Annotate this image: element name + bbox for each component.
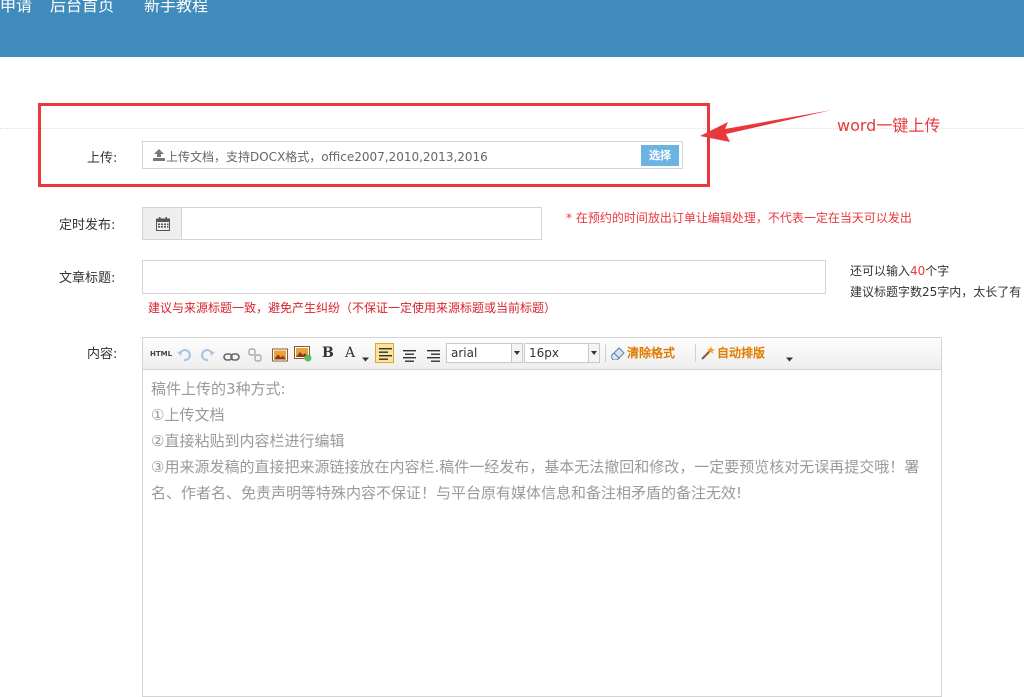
choose-file-button[interactable]: 选择 bbox=[641, 145, 679, 166]
upload-icon bbox=[153, 149, 165, 161]
font-family-select[interactable]: arial bbox=[446, 343, 523, 363]
content-line: 稿件上传的3种方式: bbox=[151, 380, 286, 398]
content-line: ②直接粘贴到内容栏进行编辑 bbox=[151, 432, 345, 450]
auto-layout-label: 自动排版 bbox=[717, 346, 766, 360]
font-size-select[interactable]: 16px bbox=[524, 343, 600, 363]
annotation-text: word一键上传 bbox=[837, 116, 941, 135]
counter-prefix: 还可以输入 bbox=[850, 264, 911, 278]
nav-item-tutorial[interactable]: 新手教程 bbox=[144, 0, 208, 18]
redo-icon[interactable] bbox=[201, 346, 215, 364]
annotation-arrow-icon bbox=[700, 110, 832, 142]
title-label: 文章标题: bbox=[59, 271, 116, 286]
insert-image-icon[interactable] bbox=[294, 345, 312, 363]
nav-item-dashboard[interactable]: 后台首页 bbox=[50, 0, 114, 18]
clear-format-button[interactable]: 清除格式 bbox=[611, 344, 691, 362]
rich-text-editor: HTML B A arial 16px 清除格式 自动排版 稿件上传的3种方式:… bbox=[142, 337, 942, 697]
align-center-icon[interactable] bbox=[403, 347, 416, 365]
calendar-button[interactable] bbox=[142, 207, 182, 240]
align-right-icon[interactable] bbox=[427, 347, 440, 365]
title-length-hint: 建议标题字数25字内，太长了有 bbox=[850, 285, 1022, 299]
editor-content[interactable]: 稿件上传的3种方式: ①上传文档 ②直接粘贴到内容栏进行编辑 ③用来源发稿的直接… bbox=[151, 376, 937, 506]
title-input[interactable] bbox=[142, 260, 826, 294]
title-warning: 建议与来源标题一致，避免产生纠纷（不保证一定使用来源标题或当前标题） bbox=[148, 301, 557, 315]
unlink-icon[interactable] bbox=[248, 346, 262, 364]
image-icon[interactable] bbox=[272, 346, 288, 364]
toolbar-separator bbox=[605, 344, 606, 362]
undo-icon[interactable] bbox=[177, 346, 191, 364]
bold-button[interactable]: B bbox=[322, 344, 334, 362]
calendar-icon bbox=[156, 217, 170, 231]
auto-layout-dropdown-icon[interactable] bbox=[786, 351, 793, 369]
counter-suffix: 个字 bbox=[925, 264, 950, 278]
nav-item-apply[interactable]: 申请 bbox=[0, 0, 32, 18]
upload-field[interactable]: 上传文档，支持DOCX格式，office2007,2010,2013,2016 … bbox=[142, 141, 683, 169]
font-family-dropdown-icon bbox=[511, 344, 522, 362]
schedule-label: 定时发布: bbox=[59, 218, 116, 233]
title-char-counter: 还可以输入40个字 bbox=[850, 262, 949, 279]
link-icon[interactable] bbox=[223, 348, 240, 366]
auto-layout-button[interactable]: 自动排版 bbox=[700, 344, 790, 362]
top-navigation-bar: 申请 后台首页 新手教程 bbox=[0, 0, 1024, 57]
toolbar-separator bbox=[695, 344, 696, 362]
font-size-value: 16px bbox=[529, 346, 559, 360]
counter-value: 40 bbox=[910, 264, 926, 278]
magic-wand-icon bbox=[701, 346, 715, 360]
font-size-dropdown-icon bbox=[588, 344, 599, 362]
upload-placeholder: 上传文档，支持DOCX格式，office2007,2010,2013,2016 bbox=[166, 150, 488, 164]
font-color-button[interactable]: A bbox=[345, 344, 355, 362]
font-color-dropdown-icon[interactable] bbox=[362, 351, 369, 369]
schedule-date-input[interactable] bbox=[181, 207, 542, 240]
eraser-icon bbox=[611, 347, 625, 360]
schedule-note: * 在预约的时间放出订单让编辑处理，不代表一定在当天可以发出 bbox=[566, 211, 912, 225]
content-label: 内容: bbox=[87, 347, 118, 362]
html-source-button[interactable]: HTML bbox=[150, 345, 172, 363]
align-left-icon bbox=[379, 348, 392, 360]
font-family-value: arial bbox=[451, 346, 478, 360]
editor-toolbar: HTML B A arial 16px 清除格式 自动排版 bbox=[143, 338, 941, 370]
align-left-button[interactable] bbox=[375, 343, 394, 363]
upload-label: 上传: bbox=[87, 151, 118, 166]
content-line: ①上传文档 bbox=[151, 406, 225, 424]
clear-format-label: 清除格式 bbox=[627, 346, 676, 360]
content-line: ③用来源发稿的直接把来源链接放在内容栏.稿件一经发布，基本无法撤回和修改，一定要… bbox=[151, 458, 920, 502]
